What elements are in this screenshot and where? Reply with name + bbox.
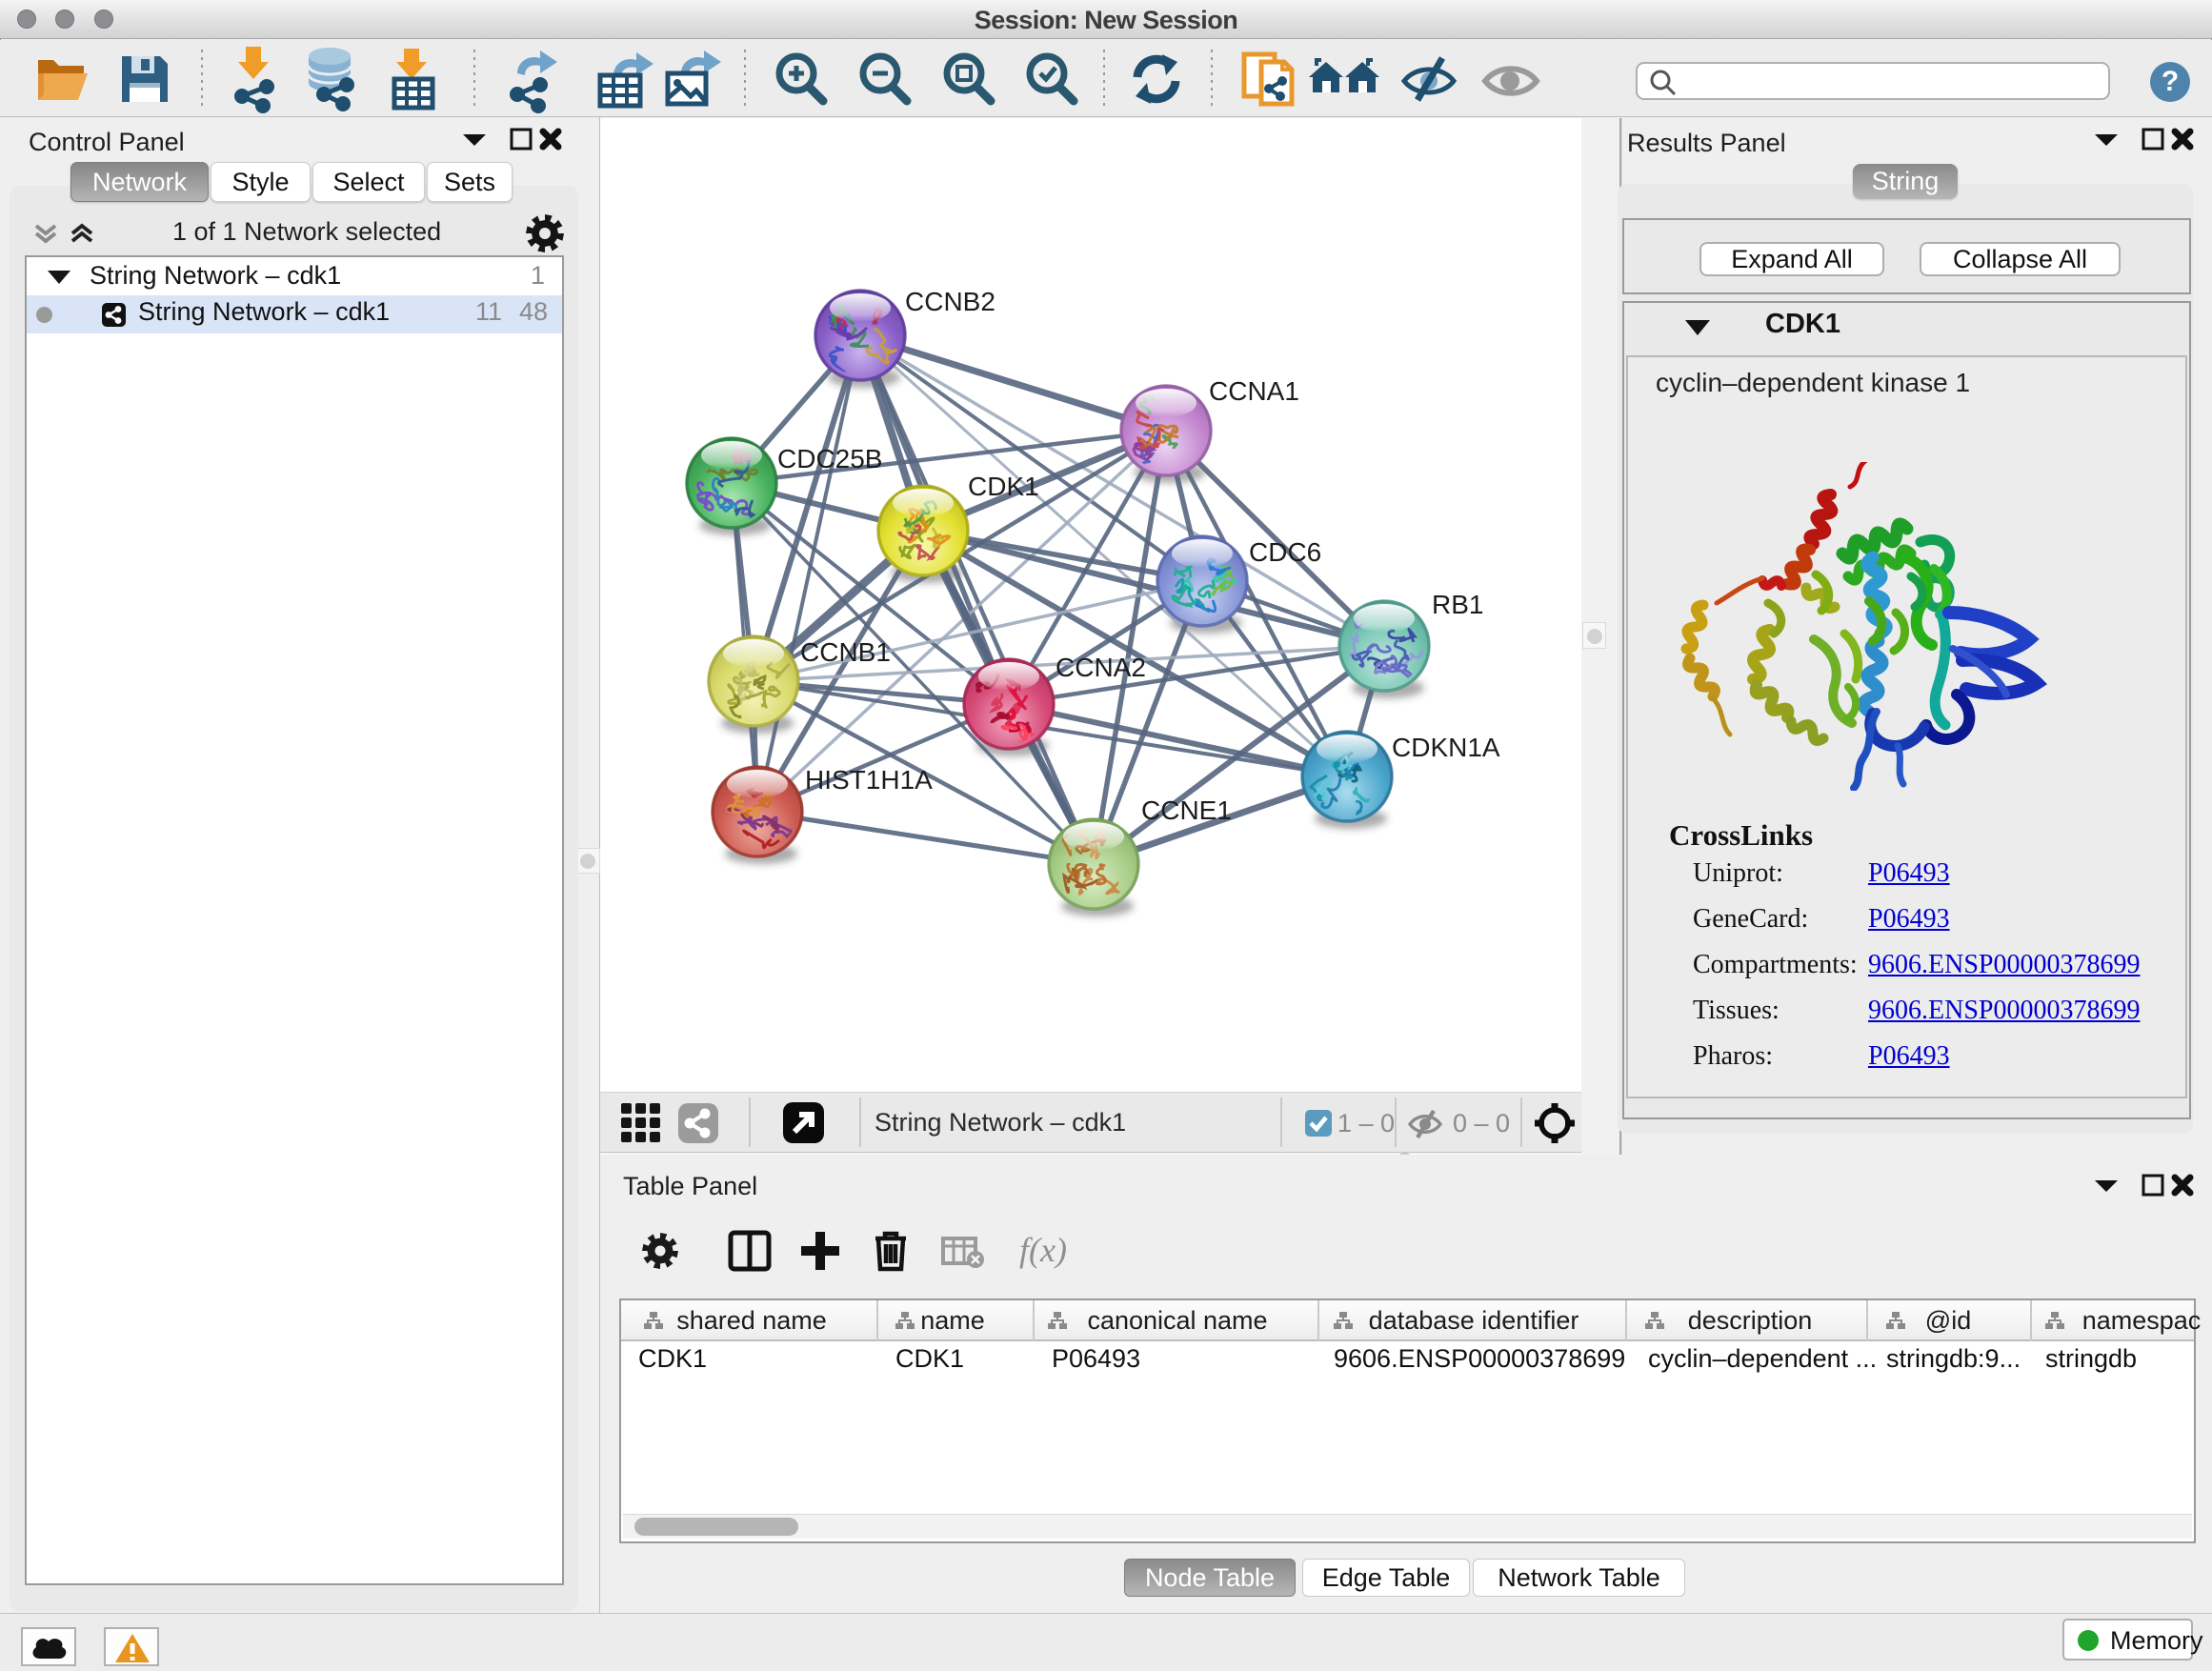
- svg-text:f(x): f(x): [1019, 1231, 1067, 1269]
- svg-text:CCNB2: CCNB2: [905, 287, 995, 316]
- svg-text:CDKN1A: CDKN1A: [1392, 733, 1500, 762]
- svg-text:HIST1H1A: HIST1H1A: [805, 765, 933, 795]
- svg-text:CCNA1: CCNA1: [1209, 376, 1299, 406]
- svg-text:RB1: RB1: [1432, 590, 1483, 619]
- svg-text:CCNE1: CCNE1: [1141, 795, 1232, 825]
- svg-text:CDC25B: CDC25B: [777, 444, 882, 473]
- svg-text:CDC6: CDC6: [1249, 537, 1321, 567]
- svg-text:CCNB1: CCNB1: [800, 637, 891, 667]
- svg-text:CCNA2: CCNA2: [1056, 653, 1146, 682]
- svg-text:CDK1: CDK1: [968, 472, 1039, 501]
